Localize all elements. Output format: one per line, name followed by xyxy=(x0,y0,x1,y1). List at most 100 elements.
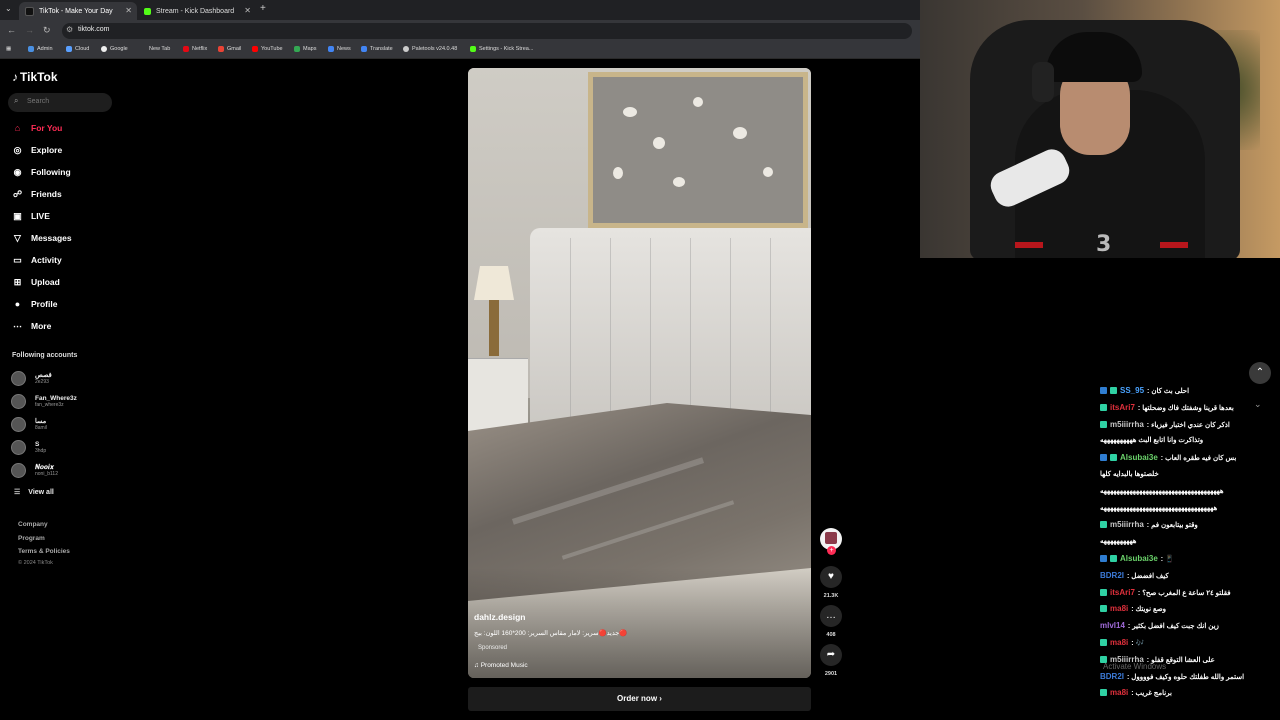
share-button[interactable]: ➦ xyxy=(820,644,842,666)
bookmark-translate[interactable]: Translate xyxy=(361,46,393,52)
video-username[interactable]: dahlz.design xyxy=(474,612,525,622)
search-input[interactable]: ⌕ Search xyxy=(8,93,112,112)
music-icon: ♫ xyxy=(474,662,481,669)
profile-icon: ● xyxy=(14,299,21,309)
share-icon: ➦ xyxy=(826,649,836,660)
bookmark-gmail[interactable]: Gmail xyxy=(218,46,241,52)
following-account[interactable]: قصص 2e293 xyxy=(11,369,52,387)
order-now-button[interactable]: Order now › xyxy=(468,687,811,711)
chat-username[interactable]: BDR2I xyxy=(1100,672,1124,681)
close-icon[interactable]: ✕ xyxy=(125,6,132,15)
home-icon: ⌂ xyxy=(14,123,21,133)
following-account[interactable]: 𝑵𝒐𝒐𝒊𝒙 noni_b112 xyxy=(11,461,58,479)
bookmark-maps[interactable]: Maps xyxy=(294,46,316,52)
chat-username[interactable]: Alsubai3e xyxy=(1120,554,1158,563)
chat-text: 🎶 xyxy=(1135,640,1145,647)
chat-username[interactable]: ma8i xyxy=(1110,604,1128,613)
nav-profile[interactable]: ● Profile xyxy=(11,297,58,311)
tab-search-icon[interactable]: ⌄ xyxy=(5,4,12,13)
tab-kick-dashboard[interactable]: Stream - Kick Dashboard ✕ xyxy=(138,2,256,20)
creator-avatar[interactable]: + xyxy=(820,528,842,555)
upload-icon: ⊞ xyxy=(13,276,22,287)
chat-message: BDR2I: كيف افضضل xyxy=(1100,570,1169,580)
view-all-link[interactable]: ☰ View all xyxy=(14,488,54,496)
bookmark-netflix[interactable]: Netflix xyxy=(183,46,207,52)
chat-message: BDR2I: استمر والله طفلتك حلوه وكيف فوووو… xyxy=(1100,671,1245,681)
youtube-icon xyxy=(252,46,258,52)
following-account[interactable]: Fan_Where3z fan_where3z xyxy=(11,392,77,410)
chat-text: استمر والله طفلتك حلوه وكيف فوووول xyxy=(1131,673,1245,681)
url-field[interactable]: ⚙ tiktok.com xyxy=(62,23,912,39)
bookmark-admin[interactable]: Admin xyxy=(28,46,53,52)
nav-more[interactable]: ⋯ More xyxy=(11,319,51,333)
video-player[interactable]: dahlz.design جديد🔴سرير: لامار مقاس السري… xyxy=(468,68,811,678)
reload-icon[interactable]: ↻ xyxy=(43,25,51,36)
new-tab-icon[interactable]: + xyxy=(260,3,266,14)
list-icon: ☰ xyxy=(14,489,21,496)
chat-username[interactable]: m5iiirrha xyxy=(1110,520,1144,529)
nav-messages[interactable]: ▽ Messages xyxy=(11,231,72,245)
badge-icon xyxy=(1100,521,1107,529)
video-music[interactable]: ♫ Promoted Music xyxy=(474,662,528,669)
close-icon[interactable]: ✕ xyxy=(244,6,251,15)
follow-plus-icon[interactable]: + xyxy=(827,546,836,555)
chat-username[interactable]: ma8i xyxy=(1110,638,1128,647)
chat-username[interactable]: mlvl14 xyxy=(1100,621,1125,630)
nav-following[interactable]: ◉ Following xyxy=(11,165,71,179)
comment-button[interactable]: … xyxy=(820,605,842,627)
chat-message: SS_95: احلى بث كان xyxy=(1100,384,1278,398)
tiktok-logo[interactable]: ♪ TikTok xyxy=(12,70,58,84)
forward-icon[interactable]: → xyxy=(25,25,34,35)
chat-message: itsAri7: بعدها قرينا وشفتك فاك وضحلتها xyxy=(1100,401,1278,415)
footer-company[interactable]: Company xyxy=(18,521,48,528)
nav-explore[interactable]: ◎ Explore xyxy=(11,143,63,157)
back-icon[interactable]: ← xyxy=(7,25,16,35)
bookmark-kick-settings[interactable]: Settings - Kick Strea... xyxy=(470,46,533,52)
bookmark-news[interactable]: News xyxy=(328,46,351,52)
nav-friends[interactable]: ☍ Friends xyxy=(11,187,62,201)
chat-username[interactable]: Alsubai3e xyxy=(1120,453,1158,462)
bookmark-paletools[interactable]: Paletools v24.0.48 xyxy=(403,46,457,52)
chat-message: هههههههههههههههههههههههههههههههههههههه xyxy=(1100,485,1278,498)
site-info-icon[interactable]: ⚙ xyxy=(66,25,73,34)
badge-icon xyxy=(1100,420,1107,428)
following-account[interactable]: ﻣﺴﺎ 8amil xyxy=(11,415,47,433)
gmail-icon xyxy=(218,46,224,52)
chat-text: زين انك جبت كيف افضل بكثير xyxy=(1132,623,1219,631)
chat-username[interactable]: itsAri7 xyxy=(1110,588,1135,597)
nav-live[interactable]: ▣ LIVE xyxy=(11,209,50,223)
bookmark-new-tab[interactable]: New Tab xyxy=(149,46,170,52)
maps-icon xyxy=(294,46,300,52)
avatar xyxy=(11,439,26,455)
chat-message: ههههههههههه xyxy=(1100,535,1278,548)
chat-username[interactable]: ma8i xyxy=(1110,688,1128,697)
footer-terms[interactable]: Terms & Policies xyxy=(18,548,70,555)
tab-tiktok[interactable]: TikTok - Make Your Day ✕ xyxy=(19,2,137,20)
badge-icon xyxy=(1100,403,1107,411)
following-account[interactable]: S 3hdp xyxy=(11,438,46,456)
chat-message: هههههههههههههههههههههههههههههههههههه xyxy=(1100,502,1278,515)
chat-username[interactable]: SS_95 xyxy=(1120,386,1144,395)
nav-for-you[interactable]: ⌂ For You xyxy=(11,121,63,135)
nav-upload[interactable]: ⊞ Upload xyxy=(11,275,60,289)
chat-username[interactable]: m5iiirrha xyxy=(1110,420,1144,429)
following-accounts-title: Following accounts xyxy=(12,352,78,359)
nav-activity[interactable]: ▭ Activity xyxy=(11,253,61,267)
compass-icon: ◎ xyxy=(13,144,22,155)
bookmark-google[interactable]: Google xyxy=(101,46,128,52)
netflix-icon xyxy=(183,46,189,52)
chat-scroll-up-button[interactable]: ⌃ xyxy=(1249,362,1271,384)
following-icon: ◉ xyxy=(13,166,22,177)
chat-username[interactable]: itsAri7 xyxy=(1110,403,1135,412)
chat-message: Alsubai3e: بس كان فيه طقره العاب xyxy=(1100,451,1278,465)
apps-grid-icon[interactable]: ▦ xyxy=(6,46,11,52)
bookmark-youtube[interactable]: YouTube xyxy=(252,46,283,52)
chat-text: وقتو بيتابعون فم xyxy=(1151,522,1198,530)
footer-program[interactable]: Program xyxy=(18,535,45,542)
tiktok-note-icon: ♪ xyxy=(12,70,18,84)
like-button[interactable]: ♥ xyxy=(820,566,842,588)
bookmark-cloud[interactable]: Cloud xyxy=(66,46,89,52)
chat-message: ma8i: 🎶 xyxy=(1100,636,1278,650)
chat-username[interactable]: BDR2I xyxy=(1100,571,1124,580)
badge-icon xyxy=(1100,689,1107,697)
